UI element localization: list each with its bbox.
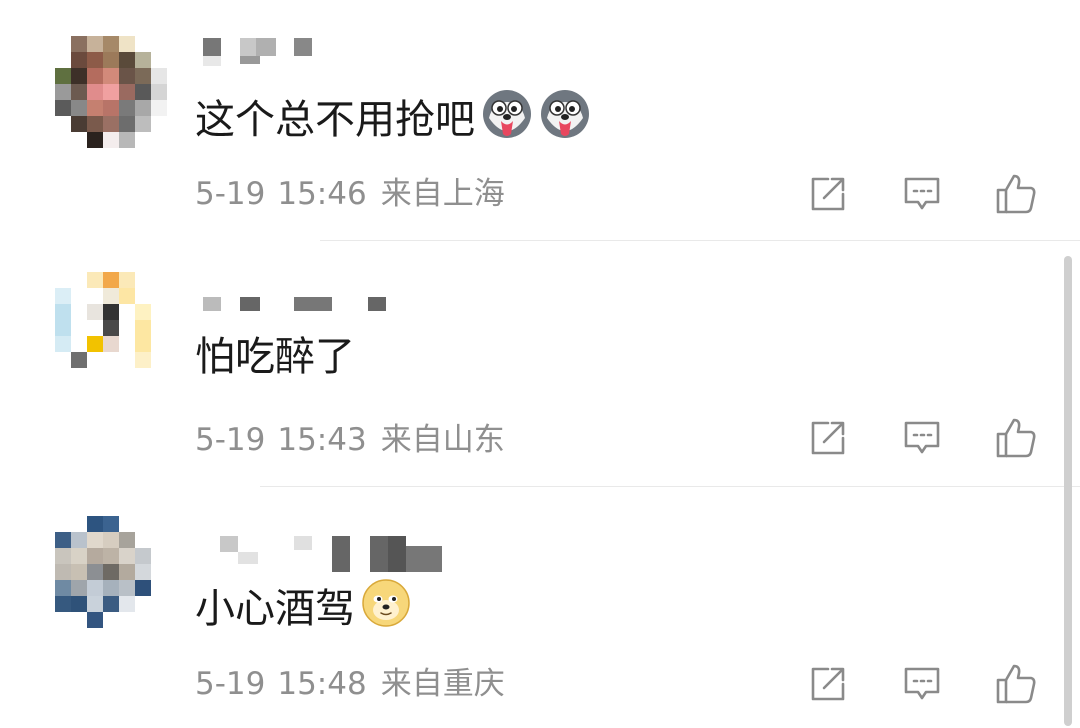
comment-meta: 5-19 15:48 来自重庆 bbox=[195, 664, 505, 704]
share-button[interactable] bbox=[804, 660, 852, 708]
reply-icon bbox=[904, 667, 940, 700]
username-blurred[interactable] bbox=[198, 534, 458, 572]
comment-text-row: 小心酒驾 bbox=[195, 578, 411, 640]
doge-icon bbox=[361, 578, 411, 640]
comment-location: 来自重庆 bbox=[380, 666, 505, 702]
reply-button[interactable] bbox=[898, 660, 946, 708]
avatar[interactable] bbox=[55, 516, 167, 628]
comment-date: 5-19 bbox=[195, 666, 266, 702]
comment-text: 小心酒驾 bbox=[195, 586, 355, 632]
comment-time: 15:48 bbox=[277, 666, 367, 702]
like-button[interactable] bbox=[992, 660, 1040, 708]
scrollbar[interactable] bbox=[1064, 256, 1072, 726]
comment-item: 小心酒驾 5-19 15:48 来自重庆 bbox=[0, 0, 1080, 728]
like-icon bbox=[996, 664, 1036, 704]
share-icon bbox=[811, 667, 845, 701]
